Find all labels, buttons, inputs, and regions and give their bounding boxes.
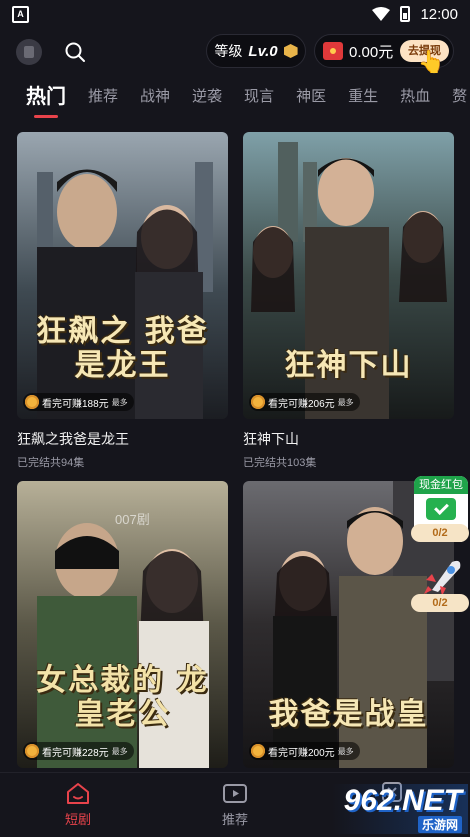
tab-divine-doctor[interactable]: 神医 [296, 80, 326, 120]
search-button[interactable] [64, 41, 86, 63]
red-packet-progress: 0/2 [411, 524, 469, 542]
home-icon [67, 783, 89, 804]
cash-red-packet-label: 现金红包 [414, 476, 468, 494]
nav-shorts[interactable]: 短剧 [38, 773, 118, 833]
category-tabs: 热门 推荐 战神 逆袭 现言 神医 重生 热血 赘 [0, 80, 470, 120]
drama-card[interactable]: 女总裁的 龙皇老公 看完可赚228元 最多 007剧 [17, 481, 228, 768]
earn-badge: 看完可赚188元 最多 [23, 393, 134, 411]
earn-badge: 看完可赚200元 最多 [249, 742, 360, 760]
nav-recommend[interactable]: 推荐 [195, 773, 275, 833]
earn-badge: 看完可赚228元 最多 [23, 742, 134, 760]
coin-icon [251, 744, 265, 758]
avatar[interactable] [16, 39, 42, 65]
drama-title[interactable]: 狂神下山 [243, 429, 454, 449]
drama-card[interactable]: 狂飙之 我爸是龙王 看完可赚188元 最多 狂飙之我爸是龙王 已完结共94集 [17, 132, 228, 470]
tab-hot[interactable]: 热门 [26, 80, 66, 120]
poster-overlay-text: 007剧 [115, 512, 150, 527]
wifi-icon [372, 7, 391, 21]
coin-icon [25, 395, 39, 409]
battery-icon [400, 6, 411, 22]
level-label: 等级 [214, 43, 243, 59]
rocket-progress: 0/2 [411, 594, 469, 612]
nav-shorts-label: 短剧 [64, 812, 91, 827]
poster-title-text: 我爸是战皇 [268, 697, 429, 732]
tab-war-god[interactable]: 战神 [140, 80, 170, 120]
poster-title-text: 狂飙之 我爸是龙王 [36, 314, 209, 383]
rocket-widget[interactable] [418, 556, 466, 596]
drama-episodes: 已完结共94集 [17, 457, 85, 469]
video-icon [223, 784, 247, 803]
coin-icon [25, 744, 39, 758]
watermark-logo: 962.NET 乐游网 [332, 784, 468, 834]
poster-title-text: 女总裁的 龙皇老公 [36, 663, 209, 732]
tab-recommend[interactable]: 推荐 [88, 80, 118, 120]
coin-icon [251, 395, 265, 409]
search-icon [65, 42, 85, 62]
level-badge-icon [283, 44, 298, 58]
level-value: Lv.0 [248, 42, 278, 60]
app-screen: A 12:00 等级 Lv.0 0.00元 去提现 👆 热门 推荐 战神 逆袭 … [0, 0, 470, 837]
pointing-hand-icon: 👆 [417, 49, 445, 74]
drama-poster[interactable]: 狂神下山 看完可赚206元 最多 [243, 132, 454, 419]
level-pill[interactable]: 等级 Lv.0 [206, 34, 306, 68]
wechat-check-icon [426, 498, 456, 520]
top-bar: 等级 Lv.0 0.00元 去提现 👆 [0, 32, 470, 73]
drama-poster[interactable]: 女总裁的 龙皇老公 看完可赚228元 最多 007剧 [17, 481, 228, 768]
tab-rebirth[interactable]: 重生 [348, 80, 378, 120]
poster-title-text: 狂神下山 [284, 348, 413, 383]
status-bar: A 12:00 [0, 0, 470, 28]
balance-value: 0.00元 [349, 43, 394, 61]
drama-grid: 狂飙之 我爸是龙王 看完可赚188元 最多 狂飙之我爸是龙王 已完结共94集 狂… [0, 132, 470, 772]
rocket-icon [424, 560, 461, 596]
red-packet-icon [323, 42, 343, 60]
earn-badge: 看完可赚206元 最多 [249, 393, 360, 411]
drama-title[interactable]: 狂飙之我爸是龙王 [17, 429, 228, 449]
tab-modern-romance[interactable]: 现言 [244, 80, 274, 120]
tab-son-in-law[interactable]: 赘 [452, 80, 467, 120]
tab-action[interactable]: 热血 [400, 80, 430, 120]
notification-icon: A [12, 5, 29, 23]
drama-episodes: 已完结共103集 [243, 457, 317, 469]
drama-card[interactable]: 狂神下山 看完可赚206元 最多 狂神下山 已完结共103集 [243, 132, 454, 470]
status-time: 12:00 [420, 5, 458, 23]
balance-pill[interactable]: 0.00元 去提现 👆 [314, 34, 454, 73]
nav-recommend-label: 推荐 [221, 812, 248, 827]
tab-comeback[interactable]: 逆袭 [192, 80, 222, 120]
drama-poster[interactable]: 狂飙之 我爸是龙王 看完可赚188元 最多 [17, 132, 228, 419]
